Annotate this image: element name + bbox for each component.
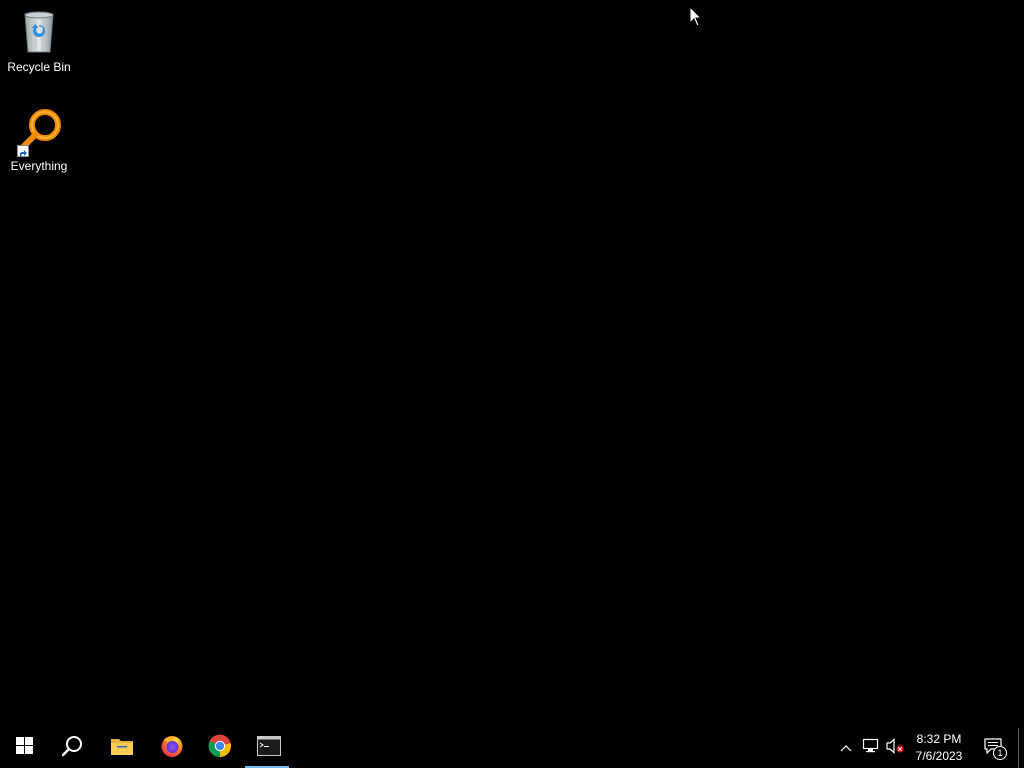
show-desktop-divider	[1018, 728, 1019, 768]
shortcut-arrow-icon	[17, 145, 29, 157]
chrome-button[interactable]	[196, 728, 244, 768]
clock-time: 8:32 PM	[916, 732, 962, 746]
desktop: Recycle Bin Everything	[0, 0, 1024, 728]
taskbar: 8:32 PM 7/6/2023 1	[0, 728, 1024, 768]
show-hidden-icons-button[interactable]	[836, 728, 856, 768]
desktop-icon-label: Everything	[10, 159, 68, 173]
network-tray-button[interactable]	[860, 728, 882, 768]
action-center-button[interactable]: 1	[978, 728, 1008, 768]
clock[interactable]: 8:32 PM 7/6/2023	[910, 728, 968, 768]
everything-search-icon	[15, 107, 63, 157]
firefox-icon	[160, 734, 184, 763]
recycle-bin-icon	[15, 8, 63, 56]
show-desktop-button[interactable]	[1018, 728, 1024, 768]
desktop-icon-everything[interactable]: Everything	[1, 103, 77, 189]
chrome-icon	[208, 734, 232, 763]
folder-icon	[110, 736, 134, 761]
desktop-icon-label: Recycle Bin	[7, 60, 71, 74]
search-icon	[61, 735, 83, 762]
mouse-pointer-icon	[689, 5, 703, 28]
command-prompt-button[interactable]	[245, 728, 293, 768]
desktop-icon-recycle-bin[interactable]: Recycle Bin	[1, 4, 77, 90]
clock-date: 7/6/2023	[915, 749, 963, 763]
start-button[interactable]	[0, 728, 48, 768]
network-icon	[862, 738, 880, 759]
chevron-up-icon	[840, 739, 852, 757]
windows-logo-icon	[15, 737, 33, 759]
volume-tray-button[interactable]	[884, 728, 906, 768]
file-explorer-button[interactable]	[98, 728, 146, 768]
search-button[interactable]	[48, 728, 96, 768]
terminal-icon	[257, 735, 281, 761]
notification-count-badge: 1	[993, 746, 1007, 760]
volume-muted-icon	[885, 737, 905, 759]
firefox-button[interactable]	[148, 728, 196, 768]
